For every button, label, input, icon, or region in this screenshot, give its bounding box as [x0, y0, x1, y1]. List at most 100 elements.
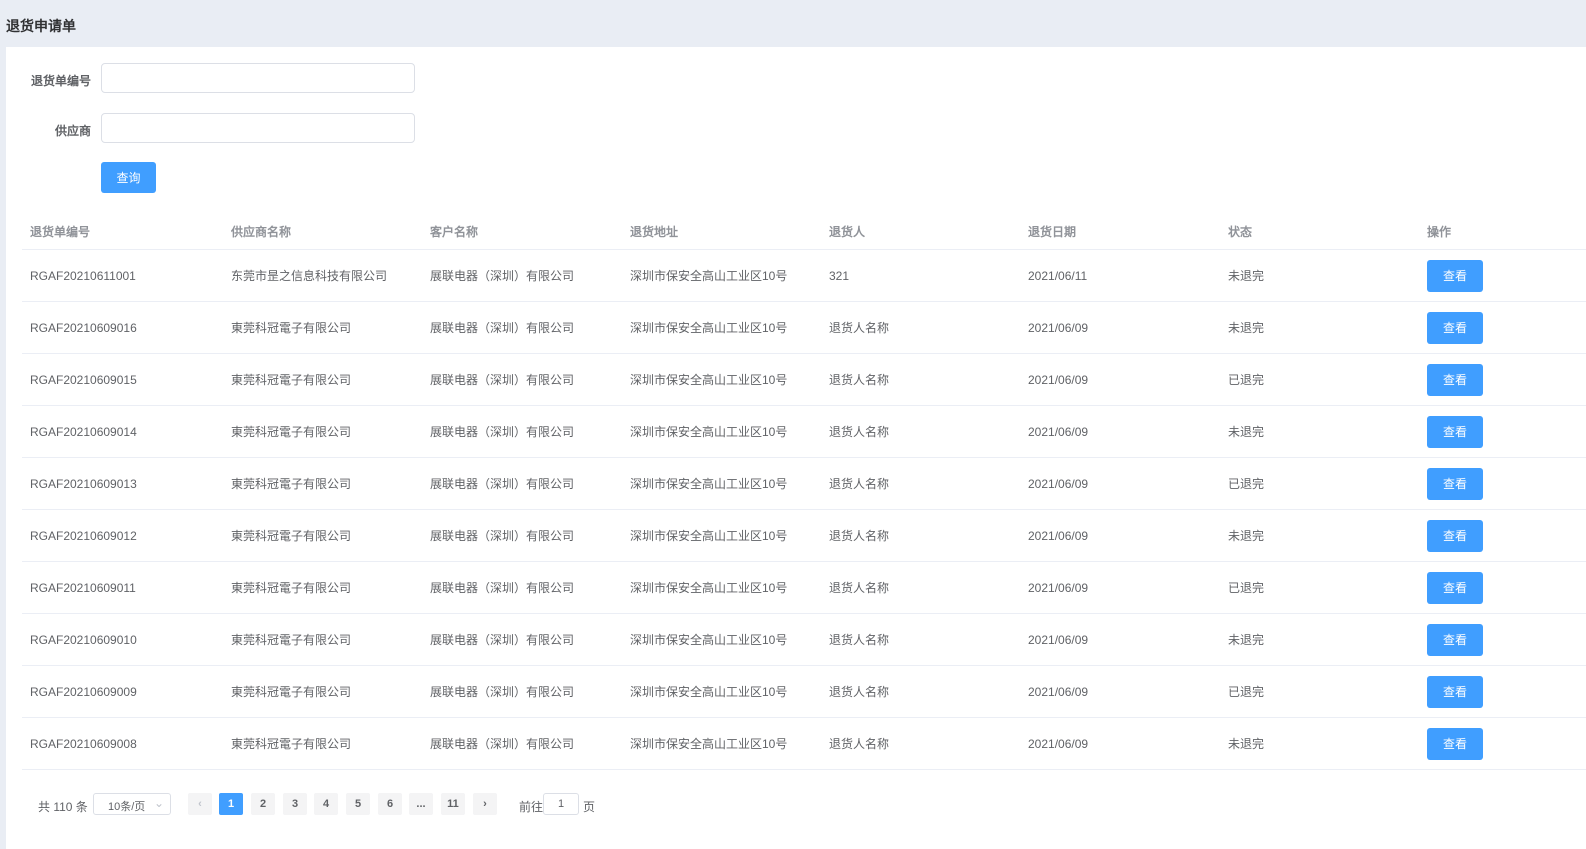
- view-button[interactable]: 查看: [1427, 675, 1483, 708]
- cell-person: 退货人名称: [829, 529, 890, 543]
- pagination-total: 共 110 条: [38, 800, 88, 814]
- cell-status: 未退完: [1228, 529, 1265, 543]
- cell-customer: 展联电器（深圳）有限公司: [430, 737, 575, 751]
- page-1-button[interactable]: 1: [219, 793, 243, 815]
- table-row: RGAF20210611001 东莞市昰之信息科技有限公司 展联电器（深圳）有限公司…: [22, 250, 1586, 302]
- cell-supplier: 東莞科冠電子有限公司: [231, 529, 352, 543]
- cell-return-no: RGAF20210609008: [30, 736, 137, 751]
- cell-action: 查看: [1427, 250, 1483, 301]
- cell-return-no: RGAF20210609015: [30, 372, 137, 387]
- view-button[interactable]: 查看: [1427, 727, 1483, 760]
- cell-action: 查看: [1427, 614, 1483, 665]
- page-11-button[interactable]: 11: [441, 793, 465, 815]
- cell-action: 查看: [1427, 458, 1483, 509]
- page-size-value: 10条/页: [108, 801, 146, 813]
- page-header: 退货申请单: [0, 0, 1586, 47]
- cell-date: 2021/06/09: [1028, 424, 1089, 439]
- cell-action: 查看: [1427, 302, 1483, 353]
- next-page-button[interactable]: ›: [473, 793, 497, 815]
- col-header-address: 退货地址: [630, 224, 679, 239]
- cell-date: 2021/06/09: [1028, 476, 1089, 491]
- cell-address: 深圳市保安全高山工业区10号: [630, 581, 788, 595]
- cell-person: 退货人名称: [829, 633, 890, 647]
- table-row: RGAF20210609010 東莞科冠電子有限公司 展联电器（深圳）有限公司 深圳市…: [22, 614, 1586, 666]
- page-3-button[interactable]: 3: [283, 793, 307, 815]
- cell-address: 深圳市保安全高山工业区10号: [630, 373, 788, 387]
- cell-customer: 展联电器（深圳）有限公司: [430, 529, 575, 543]
- cell-date: 2021/06/09: [1028, 684, 1089, 699]
- cell-person: 退货人名称: [829, 321, 890, 335]
- cell-return-no: RGAF20210609009: [30, 684, 137, 699]
- view-button[interactable]: 查看: [1427, 519, 1483, 552]
- col-header-customer: 客户名称: [430, 224, 479, 239]
- cell-supplier: 东莞市昰之信息科技有限公司: [231, 269, 388, 283]
- page-4-button[interactable]: 4: [314, 793, 338, 815]
- cell-customer: 展联电器（深圳）有限公司: [430, 321, 575, 335]
- view-button[interactable]: 查看: [1427, 259, 1483, 292]
- view-button[interactable]: 查看: [1427, 467, 1483, 500]
- cell-return-no: RGAF20210609014: [30, 424, 137, 439]
- cell-address: 深圳市保安全高山工业区10号: [630, 737, 788, 751]
- page-more-button[interactable]: ...: [409, 793, 433, 815]
- cell-person: 退货人名称: [829, 737, 890, 751]
- cell-supplier: 東莞科冠電子有限公司: [231, 685, 352, 699]
- table-row: RGAF20210609008 東莞科冠電子有限公司 展联电器（深圳）有限公司 深圳市…: [22, 718, 1586, 770]
- cell-action: 查看: [1427, 562, 1483, 613]
- page-5-button[interactable]: 5: [346, 793, 370, 815]
- cell-address: 深圳市保安全高山工业区10号: [630, 633, 788, 647]
- col-header-status: 状态: [1228, 224, 1253, 239]
- cell-status: 已退完: [1228, 581, 1265, 595]
- cell-address: 深圳市保安全高山工业区10号: [630, 269, 788, 283]
- prev-page-button[interactable]: ‹: [188, 793, 212, 815]
- page-size-select[interactable]: 10条/页 ⌄: [93, 793, 171, 815]
- cell-supplier: 東莞科冠電子有限公司: [231, 581, 352, 595]
- cell-address: 深圳市保安全高山工业区10号: [630, 321, 788, 335]
- view-button[interactable]: 查看: [1427, 623, 1483, 656]
- cell-date: 2021/06/09: [1028, 528, 1089, 543]
- view-button[interactable]: 查看: [1427, 363, 1483, 396]
- jump-page-input[interactable]: [543, 793, 579, 815]
- cell-status: 未退完: [1228, 425, 1265, 439]
- cell-status: 已退完: [1228, 477, 1265, 491]
- cell-return-no: RGAF20210609010: [30, 632, 137, 647]
- cell-date: 2021/06/11: [1028, 268, 1088, 283]
- cell-customer: 展联电器（深圳）有限公司: [430, 685, 575, 699]
- chevron-left-icon: ‹: [198, 798, 202, 810]
- cell-person: 321: [829, 268, 850, 283]
- jump-prefix: 前往: [519, 800, 544, 814]
- jump-suffix: 页: [583, 800, 596, 814]
- page-2-button[interactable]: 2: [251, 793, 275, 815]
- supplier-input[interactable]: [101, 113, 415, 143]
- query-button[interactable]: 查询: [101, 162, 156, 193]
- cell-customer: 展联电器（深圳）有限公司: [430, 581, 575, 595]
- cell-person: 退货人名称: [829, 477, 890, 491]
- cell-status: 已退完: [1228, 373, 1265, 387]
- cell-supplier: 東莞科冠電子有限公司: [231, 477, 352, 491]
- view-button[interactable]: 查看: [1427, 311, 1483, 344]
- cell-supplier: 東莞科冠電子有限公司: [231, 425, 352, 439]
- table-row: RGAF20210609014 東莞科冠電子有限公司 展联电器（深圳）有限公司 深圳市…: [22, 406, 1586, 458]
- return-no-input[interactable]: [101, 63, 415, 93]
- view-button[interactable]: 查看: [1427, 571, 1483, 604]
- cell-action: 查看: [1427, 718, 1483, 769]
- return-table: 退货单编号 供应商名称 客户名称 退货地址 退货人 退货日期 状态 操作 RGA…: [22, 213, 1586, 770]
- cell-status: 未退完: [1228, 321, 1265, 335]
- cell-supplier: 東莞科冠電子有限公司: [231, 321, 352, 335]
- view-button[interactable]: 查看: [1427, 415, 1483, 448]
- cell-status: 未退完: [1228, 269, 1265, 283]
- cell-customer: 展联电器（深圳）有限公司: [430, 373, 575, 387]
- pagination: 共 110 条 10条/页 ⌄ ‹ 1 2 3 4 5 6 ... 11 › 前…: [6, 793, 706, 817]
- cell-date: 2021/06/09: [1028, 632, 1089, 647]
- cell-supplier: 東莞科冠電子有限公司: [231, 633, 352, 647]
- col-header-action: 操作: [1427, 224, 1452, 239]
- cell-return-no: RGAF20210609012: [30, 528, 137, 543]
- cell-customer: 展联电器（深圳）有限公司: [430, 633, 575, 647]
- col-header-person: 退货人: [829, 224, 866, 239]
- cell-address: 深圳市保安全高山工业区10号: [630, 477, 788, 491]
- cell-status: 已退完: [1228, 685, 1265, 699]
- page-6-button[interactable]: 6: [378, 793, 402, 815]
- table-row: RGAF20210609011 東莞科冠電子有限公司 展联电器（深圳）有限公司 深圳市…: [22, 562, 1586, 614]
- table-header: 退货单编号 供应商名称 客户名称 退货地址 退货人 退货日期 状态 操作: [22, 213, 1586, 250]
- cell-date: 2021/06/09: [1028, 736, 1089, 751]
- table-row: RGAF20210609012 東莞科冠電子有限公司 展联电器（深圳）有限公司 深圳市…: [22, 510, 1586, 562]
